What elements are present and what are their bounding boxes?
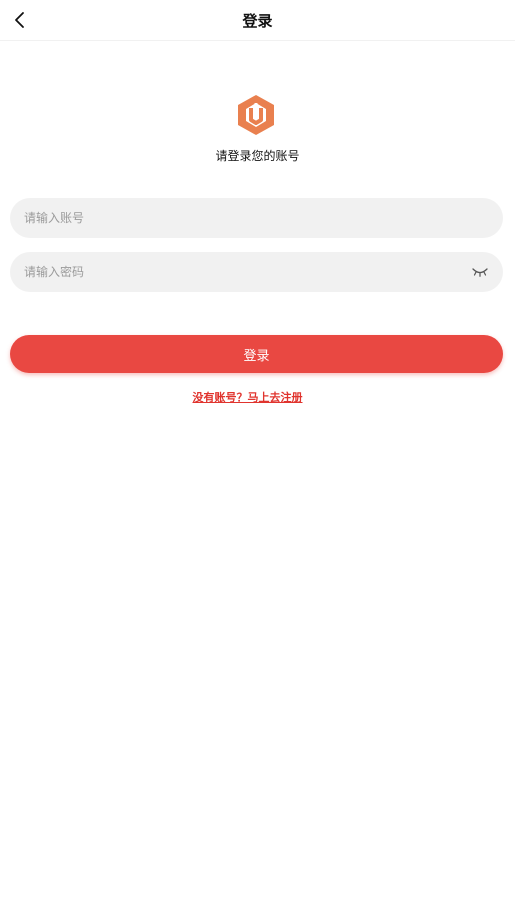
login-subtitle: 请登录您的账号 bbox=[215, 149, 300, 163]
login-page: 登录 请登录您的账号 登录 没有账号？马上去注册 bbox=[0, 0, 515, 921]
hexagon-logo-icon bbox=[238, 95, 274, 135]
password-field bbox=[10, 252, 503, 292]
login-button[interactable]: 登录 bbox=[10, 335, 503, 373]
register-link[interactable]: 没有账号？马上去注册 bbox=[0, 389, 495, 405]
eye-closed-icon bbox=[472, 268, 488, 277]
password-input[interactable] bbox=[10, 252, 450, 292]
account-field bbox=[10, 198, 503, 238]
page-title: 登录 bbox=[242, 11, 273, 30]
password-visibility-toggle[interactable] bbox=[471, 264, 489, 280]
chevron-left-icon bbox=[15, 12, 24, 28]
back-button[interactable] bbox=[6, 6, 34, 34]
account-input[interactable] bbox=[10, 198, 450, 238]
navigation-bar: 登录 bbox=[0, 0, 515, 41]
